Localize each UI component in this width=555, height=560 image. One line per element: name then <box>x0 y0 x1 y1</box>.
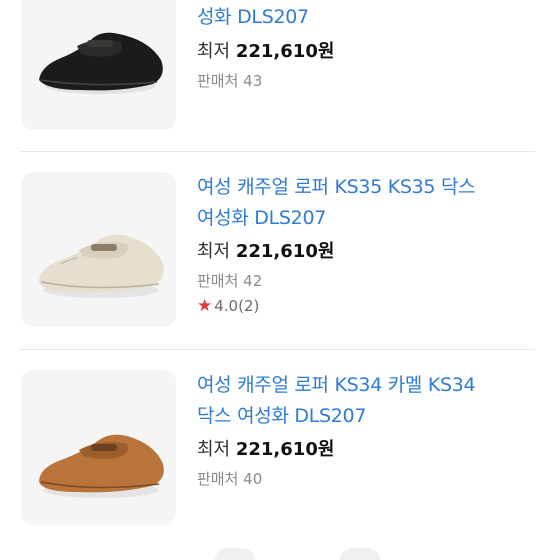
beige-loafer-image <box>39 234 164 298</box>
seller-count-1: 판매처 43 <box>197 72 263 90</box>
title-line[interactable]: 닥스 여성화 DLS207 <box>197 401 537 432</box>
review-count: (2) <box>238 297 260 315</box>
next-item-peek <box>215 548 255 560</box>
product-title-2[interactable]: 여성 캐주얼 로퍼 KS35 KS35 닥스 여성화 DLS207 <box>197 172 537 234</box>
price-3: 최저 221,610원 <box>197 435 334 461</box>
divider <box>20 349 535 350</box>
price-value: 221,610원 <box>235 241 335 262</box>
title-line[interactable]: 여성 캐주얼 로퍼 KS34 카멜 KS34 <box>197 370 537 401</box>
product-title-1[interactable]: 성화 DLS207 <box>197 2 537 33</box>
title-line[interactable]: 여성화 DLS207 <box>197 203 537 234</box>
title-line[interactable]: 여성 캐주얼 로퍼 KS35 KS35 닥스 <box>197 172 537 203</box>
price-label: 최저 <box>197 241 231 262</box>
title-line[interactable]: 성화 DLS207 <box>197 2 537 33</box>
price-label: 최저 <box>197 439 231 460</box>
product-thumbnail-1[interactable] <box>21 0 176 130</box>
product-title-3[interactable]: 여성 캐주얼 로퍼 KS34 카멜 KS34 닥스 여성화 DLS207 <box>197 370 537 432</box>
price-2: 최저 221,610원 <box>197 237 334 263</box>
next-item-peek <box>340 548 380 560</box>
rating-value: 4.0 <box>214 297 239 315</box>
star-icon: ★ <box>197 296 213 316</box>
black-loafer-image <box>39 32 163 94</box>
divider <box>20 151 535 152</box>
price-value: 221,610원 <box>235 41 335 62</box>
price-1: 최저 221,610원 <box>197 37 334 63</box>
product-thumbnail-2[interactable] <box>21 172 176 327</box>
seller-count-2: 판매처 42 <box>197 272 263 290</box>
camel-loafer-image <box>39 434 164 498</box>
product-thumbnail-3[interactable] <box>21 370 176 525</box>
price-label: 최저 <box>197 41 231 62</box>
seller-count-3: 판매처 40 <box>197 470 263 488</box>
rating-2: ★ 4.0 (2) <box>197 296 259 316</box>
price-value: 221,610원 <box>235 439 335 460</box>
